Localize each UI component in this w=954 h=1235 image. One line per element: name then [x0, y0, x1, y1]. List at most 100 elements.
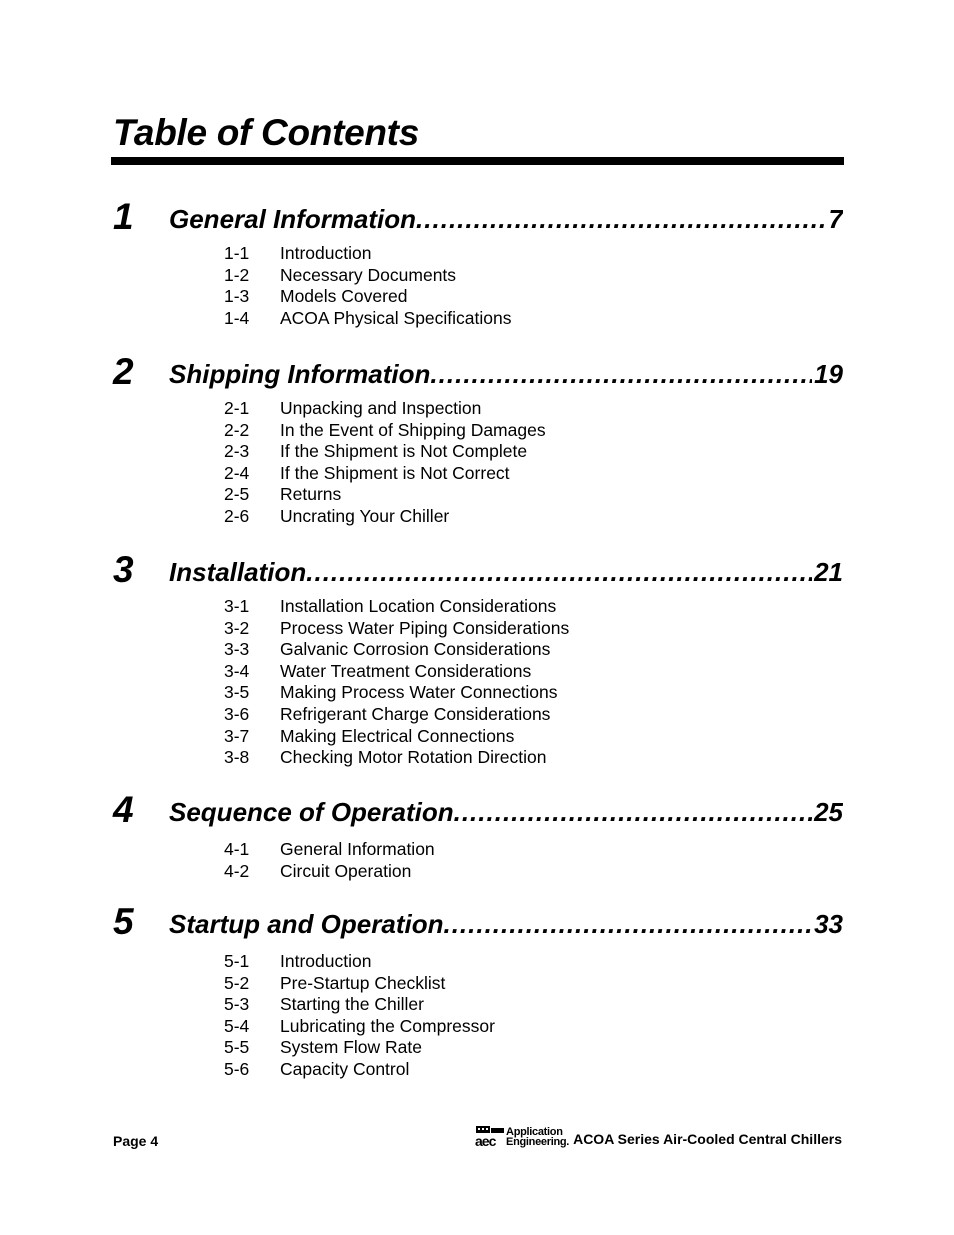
document-title: ACOA Series Air-Cooled Central Chillers [573, 1131, 842, 1147]
toc-section[interactable]: 3-1 Installation Location Considerations [224, 596, 569, 618]
section-number: 4-2 [224, 860, 250, 881]
section-title: Making Electrical Connections [280, 725, 515, 746]
page-title: Table of Contents [113, 112, 419, 153]
section-title: Models Covered [280, 286, 408, 307]
toc-section[interactable]: 5-4 Lubricating the Compressor [224, 1016, 495, 1038]
section-title: Installation Location Considerations [280, 596, 557, 616]
chapter-heading[interactable]: 4 Sequence of Operation 25 [0, 790, 954, 830]
dot-leader [416, 203, 826, 235]
section-title: Starting the Chiller [280, 994, 424, 1015]
company-logo: aec Application Engineering. [475, 1125, 569, 1148]
section-number: 1-1 [224, 243, 250, 263]
chapter-heading[interactable]: 2 Shipping Information 19 [0, 352, 954, 392]
section-title: Introduction [280, 243, 372, 263]
chapter-heading[interactable]: 1 General Information 7 [0, 197, 954, 237]
toc-section[interactable]: 2-5 Returns [224, 484, 546, 506]
section-number: 2-1 [224, 398, 250, 418]
section-number: 2-2 [224, 419, 250, 440]
section-number: 5-5 [224, 1037, 250, 1058]
section-number: 5-3 [224, 994, 250, 1015]
chapter-number: 4 [113, 789, 134, 830]
dot-leader [454, 796, 812, 828]
toc-section[interactable]: 5-2 Pre-Startup Checklist [224, 973, 495, 995]
chapter-page-number[interactable]: 25 [812, 796, 843, 828]
section-number: 5-2 [224, 972, 250, 993]
section-title: Lubricating the Compressor [280, 1015, 495, 1036]
section-number: 3-2 [224, 617, 250, 638]
section-title: If the Shipment is Not Correct [280, 462, 510, 483]
section-number: 3-1 [224, 596, 250, 616]
toc-section[interactable]: 1-2 Necessary Documents [224, 265, 512, 287]
toc-section[interactable]: 5-1 Introduction [224, 951, 495, 973]
toc-section[interactable]: 1-1 Introduction [224, 243, 512, 265]
toc-section[interactable]: 4-1 General Information [224, 839, 435, 861]
toc-section[interactable]: 3-4 Water Treatment Considerations [224, 661, 569, 683]
section-title: Capacity Control [280, 1058, 410, 1079]
section-title: Refrigerant Charge Considerations [280, 703, 551, 724]
section-title: General Information [280, 839, 435, 859]
chapter-number: 2 [113, 351, 134, 392]
toc-section[interactable]: 3-5 Making Process Water Connections [224, 682, 569, 704]
footer-page-number: Page 4 [113, 1133, 159, 1149]
section-number: 3-6 [224, 703, 250, 724]
chapter-page-number[interactable]: 19 [812, 358, 843, 390]
section-title: ACOA Physical Specifications [280, 307, 512, 328]
chapter-number: 3 [113, 549, 134, 590]
toc-section[interactable]: 2-1 Unpacking and Inspection [224, 398, 546, 420]
toc-section[interactable]: 5-6 Capacity Control [224, 1059, 495, 1081]
toc-section[interactable]: 2-6 Uncrating Your Chiller [224, 506, 546, 528]
toc-section[interactable]: 3-2 Process Water Piping Considerations [224, 618, 569, 640]
section-title: If the Shipment is Not Complete [280, 441, 528, 462]
section-number: 1-3 [224, 286, 250, 307]
section-number: 3-3 [224, 639, 250, 660]
chapter-page-number[interactable]: 7 [827, 203, 843, 235]
section-title: Returns [280, 484, 342, 505]
chapter-title[interactable]: Startup and Operation [169, 908, 443, 940]
chapter-heading[interactable]: 3 Installation 21 [0, 550, 954, 590]
section-list: 1-1 Introduction 1-2 Necessary Documents 1… [224, 243, 512, 329]
chapter-title[interactable]: General Information [169, 203, 416, 235]
footer-branding: aec Application Engineering. ACOA Series… [475, 1125, 842, 1148]
toc-section[interactable]: 2-2 In the Event of Shipping Damages [224, 420, 546, 442]
toc-section[interactable]: 3-6 Refrigerant Charge Considerations [224, 704, 569, 726]
section-title: Necessary Documents [280, 264, 457, 285]
toc-chapter: 1 General Information 7 1-1 Introduction … [0, 197, 954, 328]
section-number: 4-1 [224, 839, 250, 859]
section-title: Unpacking and Inspection [280, 398, 482, 418]
aec-logo-icon: aec [475, 1126, 505, 1147]
section-title: In the Event of Shipping Damages [280, 419, 546, 440]
toc-section[interactable]: 4-2 Circuit Operation [224, 861, 435, 883]
toc-section[interactable]: 1-3 Models Covered [224, 286, 512, 308]
toc-section[interactable]: 2-3 If the Shipment is Not Complete [224, 441, 546, 463]
section-title: Water Treatment Considerations [280, 660, 532, 681]
section-number: 2-5 [224, 484, 250, 505]
section-title: Checking Motor Rotation Direction [280, 747, 547, 768]
section-number: 5-4 [224, 1015, 250, 1036]
dot-leader [443, 908, 812, 940]
section-number: 1-4 [224, 307, 250, 328]
dot-leader [430, 358, 812, 390]
chapter-page-number[interactable]: 33 [812, 908, 843, 940]
section-number: 1-2 [224, 264, 250, 285]
toc-section[interactable]: 3-3 Galvanic Corrosion Considerations [224, 639, 569, 661]
chapter-title[interactable]: Installation [169, 556, 306, 588]
section-title: Galvanic Corrosion Considerations [280, 639, 551, 660]
toc-section[interactable]: 3-7 Making Electrical Connections [224, 726, 569, 748]
chapter-title[interactable]: Sequence of Operation [169, 796, 454, 828]
section-number: 3-5 [224, 682, 250, 703]
toc-section[interactable]: 3-8 Checking Motor Rotation Direction [224, 747, 569, 769]
toc-section[interactable]: 1-4 ACOA Physical Specifications [224, 308, 512, 330]
chapter-heading[interactable]: 5 Startup and Operation 33 [0, 902, 954, 942]
chapter-number: 5 [113, 901, 134, 942]
chapter-title[interactable]: Shipping Information [169, 358, 430, 390]
section-number: 3-7 [224, 725, 250, 746]
toc-section[interactable]: 2-4 If the Shipment is Not Correct [224, 463, 546, 485]
toc-chapter: 4 Sequence of Operation 25 4-1 General In… [0, 790, 954, 881]
chapter-page-number[interactable]: 21 [812, 556, 843, 588]
toc-chapter: 3 Installation 21 3-1 Installation Locati… [0, 550, 954, 768]
toc-section[interactable]: 5-5 System Flow Rate [224, 1037, 495, 1059]
section-list: 4-1 General Information 4-2 Circuit Operat… [224, 839, 435, 882]
section-list: 3-1 Installation Location Considerations … [224, 596, 569, 769]
section-list: 5-1 Introduction 5-2 Pre-Startup Checklist… [224, 951, 495, 1081]
toc-section[interactable]: 5-3 Starting the Chiller [224, 994, 495, 1016]
